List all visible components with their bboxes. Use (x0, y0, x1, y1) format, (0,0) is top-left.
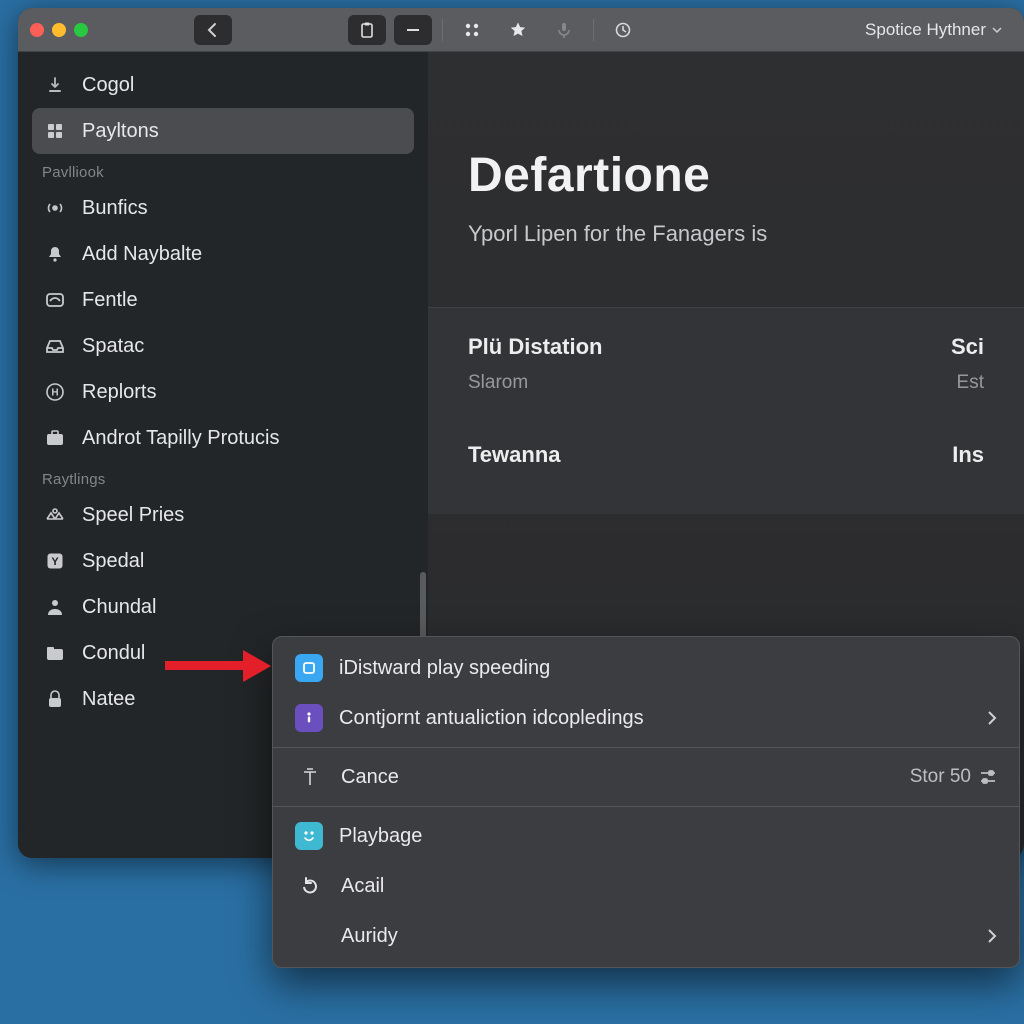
sidebar-item-spedal[interactable]: Y Spedal (32, 538, 414, 584)
menu-item-label: Playbage (339, 825, 422, 848)
panel-sub-right: Est (957, 372, 984, 394)
sidebar-item-label: Add Naybalte (82, 243, 202, 266)
info-panel: Plü Distation Sci Slarom Est Tewanna Ins (428, 307, 1024, 514)
maximize-window-button[interactable] (74, 23, 88, 37)
sidebar-item-speel-pries[interactable]: Speel Pries (32, 492, 414, 538)
sidebar-item-androt[interactable]: Androt Tapilly Protucis (32, 415, 414, 461)
favorite-button[interactable] (499, 15, 537, 45)
sidebar-item-label: Payltons (82, 120, 159, 143)
inbox-icon (42, 338, 68, 354)
sidebar-item-label: Spedal (82, 550, 144, 573)
menu-item-playbage[interactable]: Playbage (273, 811, 1019, 861)
sidebar-item-bunfics[interactable]: Bunfics (32, 185, 414, 231)
sliders-icon (979, 770, 997, 784)
folder-icon (42, 645, 68, 661)
menu-separator (273, 747, 1019, 748)
toolbar-separator (593, 19, 594, 41)
sidebar-item-chundal[interactable]: Chundal (32, 584, 414, 630)
y-badge-icon: Y (42, 552, 68, 570)
sidebar-scrollbar[interactable] (420, 572, 426, 642)
back-button[interactable] (194, 15, 232, 45)
panel-sub-left: Slarom (468, 372, 528, 394)
sidebar-item-replorts[interactable]: H Replorts (32, 369, 414, 415)
close-window-button[interactable] (30, 23, 44, 37)
sidebar-item-add-naybalte[interactable]: Add Naybalte (32, 231, 414, 277)
playbage-icon (295, 822, 323, 850)
pin-icon (295, 767, 325, 787)
sync-button[interactable] (604, 15, 642, 45)
refresh-icon (295, 876, 325, 896)
sidebar-item-payltons[interactable]: Payltons (32, 108, 414, 154)
sidebar-item-label: Replorts (82, 381, 156, 404)
sidebar-item-label: Fentle (82, 289, 138, 312)
sidebar-item-label: Bunfics (82, 197, 148, 220)
minimize-window-button[interactable] (52, 23, 66, 37)
menu-separator (273, 806, 1019, 807)
menu-item-label: Auridy (341, 925, 398, 948)
person-icon (42, 598, 68, 616)
panel-row2-left: Tewanna (468, 442, 561, 468)
scale-icon (42, 507, 68, 523)
wifi-icon (42, 292, 68, 308)
lock-icon (42, 690, 68, 708)
context-menu: iDistward play speeding Contjornt antual… (272, 636, 1020, 968)
svg-text:H: H (51, 388, 58, 399)
chevron-right-icon (987, 711, 997, 725)
sidebar-item-label: Speel Pries (82, 504, 184, 527)
sidebar-item-label: Condul (82, 642, 145, 665)
bell-icon (42, 245, 68, 263)
h-badge-icon: H (42, 383, 68, 401)
svg-text:Y: Y (51, 556, 59, 568)
menu-item-acail[interactable]: Acail (273, 861, 1019, 911)
sidebar-section-header: Pavlliook (32, 154, 414, 185)
sidebar-item-cogol[interactable]: Cogol (32, 62, 414, 108)
panel-heading-left: Plü Distation (468, 334, 602, 360)
briefcase-icon (42, 430, 68, 446)
sidebar-item-label: Natee (82, 688, 135, 711)
broadcast-icon (42, 199, 68, 217)
square-icon (295, 654, 323, 682)
sidebar-item-label: Cogol (82, 74, 134, 97)
traffic-lights (30, 23, 88, 37)
clipboard-button[interactable] (348, 15, 386, 45)
chevron-down-icon (992, 25, 1002, 35)
sidebar-item-fentle[interactable]: Fentle (32, 277, 414, 323)
window-title: Spotice Hythner (865, 20, 1002, 40)
sidebar-item-label: Androt Tapilly Protucis (82, 427, 280, 450)
chevron-right-icon (987, 929, 997, 943)
page-title: Defartione (468, 148, 984, 203)
menu-item-contjornt[interactable]: Contjornt antualiction idcopledings (273, 693, 1019, 743)
menu-item-shortcut: Stor 50 (910, 766, 997, 788)
sidebar-section-header: Raytlings (32, 461, 414, 492)
info-icon (295, 704, 323, 732)
menu-item-label: iDistward play speeding (339, 657, 550, 680)
window-title-text: Spotice Hythner (865, 20, 986, 40)
toolbar-separator (442, 19, 443, 41)
download-icon (42, 76, 68, 94)
menu-item-label: Contjornt antualiction idcopledings (339, 707, 644, 730)
menu-item-cance[interactable]: Cance Stor 50 (273, 752, 1019, 802)
hero: Defartione Yporl Lipen for the Fanagers … (428, 52, 1024, 307)
titlebar: Spotice Hythner (18, 8, 1024, 52)
minus-button[interactable] (394, 15, 432, 45)
menu-item-auridy[interactable]: Auridy (273, 911, 1019, 961)
sidebar-item-label: Chundal (82, 596, 157, 619)
grid-icon (42, 122, 68, 140)
menu-item-label: Acail (341, 875, 384, 898)
panel-row2-right: Ins (952, 442, 984, 468)
mic-button[interactable] (545, 15, 583, 45)
apps-button[interactable] (453, 15, 491, 45)
sidebar-item-spatac[interactable]: Spatac (32, 323, 414, 369)
sidebar-item-label: Spatac (82, 335, 144, 358)
menu-item-distward[interactable]: iDistward play speeding (273, 643, 1019, 693)
menu-item-label: Cance (341, 766, 399, 789)
page-subtitle: Yporl Lipen for the Fanagers is (468, 221, 984, 247)
panel-heading-right: Sci (951, 334, 984, 360)
